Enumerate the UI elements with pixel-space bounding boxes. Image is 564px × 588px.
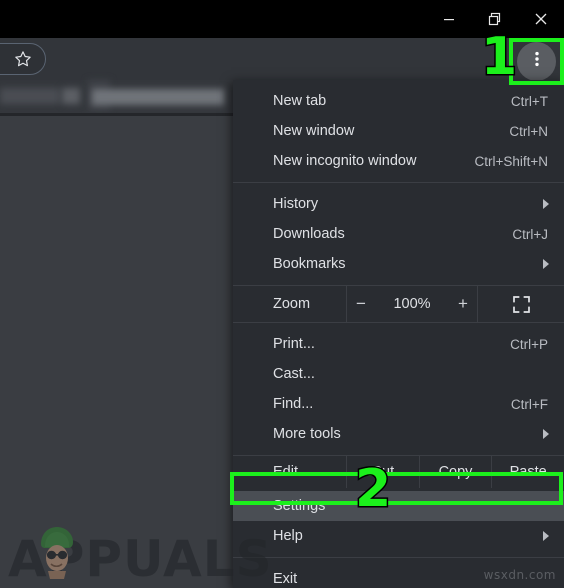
menu-item-shortcut: Ctrl+Shift+N	[474, 153, 548, 169]
title-bar	[0, 0, 564, 38]
menu-item-label: More tools	[273, 426, 341, 442]
menu-item-label: New tab	[273, 93, 327, 109]
chevron-right-icon	[540, 429, 550, 439]
menu-item-help[interactable]: Help	[233, 521, 564, 551]
menu-item-label: Cast...	[273, 366, 315, 382]
menu-item-label: Find...	[273, 396, 314, 412]
bookmark-star-button[interactable]	[0, 43, 46, 75]
restore-button[interactable]	[472, 0, 518, 38]
blurred-text	[62, 88, 80, 104]
menu-edit-row: Edit Cut Copy Paste	[233, 455, 564, 488]
menu-item-label: Help	[273, 528, 303, 544]
menu-item-shortcut: Ctrl+T	[510, 93, 548, 109]
menu-item-label: Print...	[273, 336, 315, 352]
zoom-level-value: 100%	[393, 296, 431, 312]
close-button[interactable]	[518, 0, 564, 38]
window-controls	[426, 0, 564, 38]
chevron-right-icon	[540, 199, 550, 209]
menu-item-new-window[interactable]: New window Ctrl+N	[233, 116, 564, 146]
three-dots-vertical-icon	[528, 50, 546, 73]
copy-button[interactable]: Copy	[418, 456, 492, 488]
restore-icon	[487, 11, 503, 27]
menu-item-label: Exit	[273, 571, 298, 587]
menu-item-shortcut: Ctrl+N	[509, 123, 548, 139]
chevron-right-icon	[540, 259, 550, 269]
menu-separator	[233, 557, 564, 558]
zoom-controls: − 100% +	[346, 286, 478, 322]
menu-item-label: New window	[273, 123, 355, 139]
fullscreen-button[interactable]	[478, 286, 564, 322]
menu-item-bookmarks[interactable]: Bookmarks	[233, 249, 564, 279]
menu-item-exit[interactable]: Exit	[233, 564, 564, 588]
zoom-in-button[interactable]: +	[454, 294, 472, 314]
bookmarks-toolbar	[0, 38, 564, 110]
chrome-main-menu: New tab Ctrl+T New window Ctrl+N New inc…	[233, 80, 564, 588]
menu-item-shortcut: Ctrl+F	[510, 396, 548, 412]
minimize-button[interactable]	[426, 0, 472, 38]
edit-label: Edit	[273, 464, 298, 480]
zoom-out-button[interactable]: −	[352, 294, 370, 314]
menu-item-label: New incognito window	[273, 153, 417, 169]
star-icon	[13, 49, 33, 69]
blurred-text	[0, 88, 60, 104]
fullscreen-icon	[512, 295, 530, 313]
chevron-right-icon	[540, 531, 550, 541]
chrome-menu-button[interactable]	[517, 42, 556, 81]
cut-button[interactable]: Cut	[346, 456, 419, 488]
menu-item-label: History	[273, 196, 319, 212]
menu-item-downloads[interactable]: Downloads Ctrl+J	[233, 219, 564, 249]
menu-item-new-tab[interactable]: New tab Ctrl+T	[233, 86, 564, 116]
menu-item-settings[interactable]: Settings	[233, 491, 564, 521]
zoom-label: Zoom	[273, 296, 311, 312]
menu-item-label: Settings	[273, 498, 326, 514]
menu-separator	[233, 182, 564, 183]
menu-item-new-incognito-window[interactable]: New incognito window Ctrl+Shift+N	[233, 146, 564, 176]
blurred-text	[92, 89, 224, 105]
menu-item-history[interactable]: History	[233, 189, 564, 219]
menu-item-label: Downloads	[273, 226, 345, 242]
menu-item-shortcut: Ctrl+J	[512, 226, 548, 242]
browser-window: New tab Ctrl+T New window Ctrl+N New inc…	[0, 0, 564, 588]
menu-item-more-tools[interactable]: More tools	[233, 419, 564, 449]
menu-item-print[interactable]: Print... Ctrl+P	[233, 329, 564, 359]
menu-item-find[interactable]: Find... Ctrl+F	[233, 389, 564, 419]
close-icon	[533, 11, 549, 27]
menu-item-cast[interactable]: Cast...	[233, 359, 564, 389]
minimize-icon	[442, 12, 456, 26]
menu-zoom-row: Zoom − 100% +	[233, 285, 564, 323]
menu-item-shortcut: Ctrl+P	[510, 336, 548, 352]
menu-item-label: Bookmarks	[273, 256, 346, 272]
paste-button[interactable]: Paste	[491, 456, 564, 488]
